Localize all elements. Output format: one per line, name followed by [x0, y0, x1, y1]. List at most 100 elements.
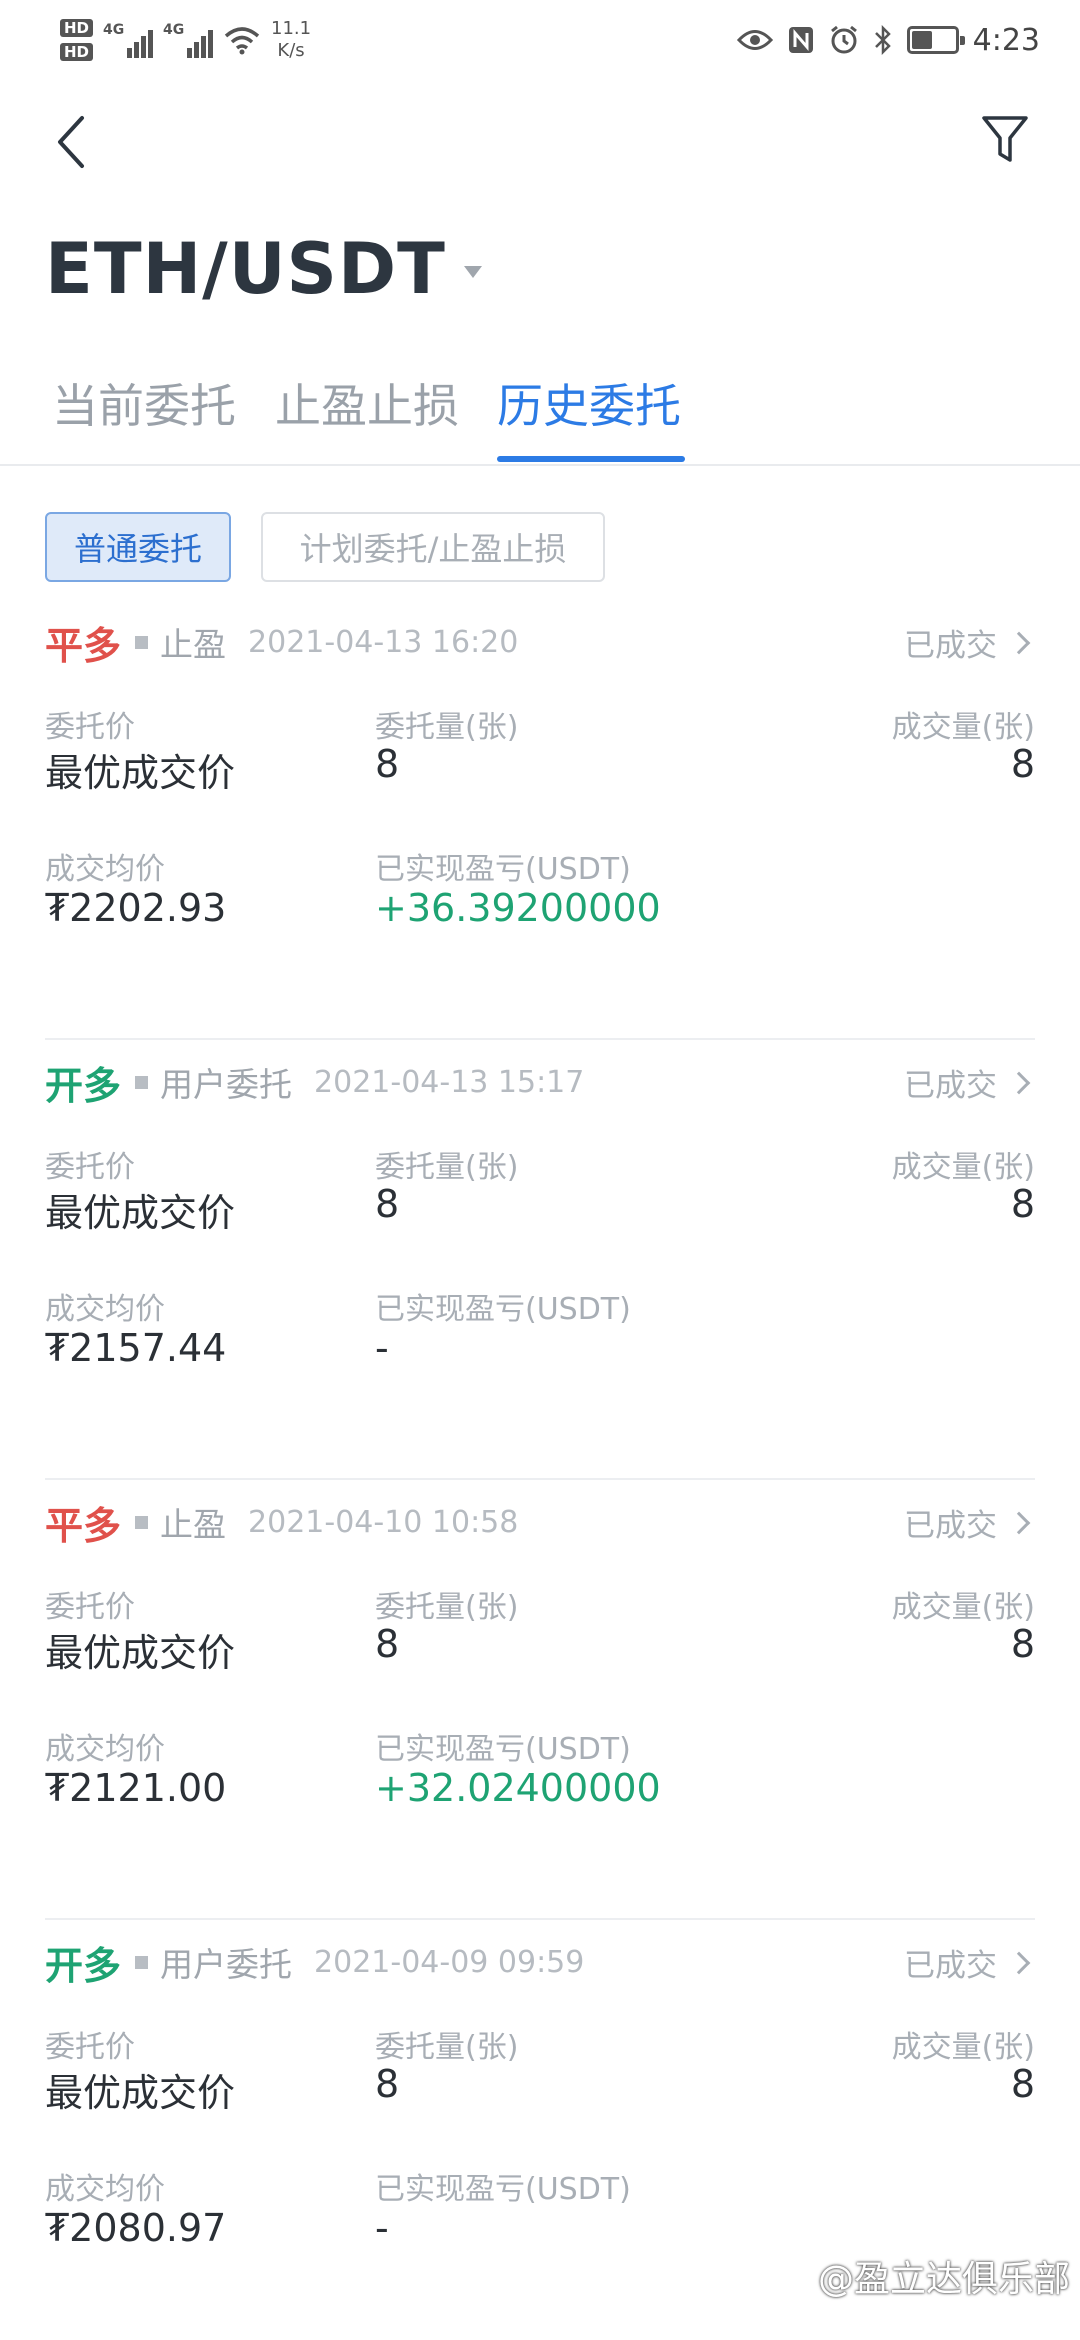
divider [45, 1918, 1035, 1920]
order-side: 开多 [45, 1063, 122, 1108]
entrust-price-value: 最优成交价 [45, 1631, 236, 1675]
entrust-price-label: 委托价 [45, 1590, 135, 1625]
separator-dot [135, 1955, 149, 1969]
hd2-badge: HD [60, 43, 94, 61]
signal-1-icon: 4G [103, 22, 154, 58]
battery-icon [906, 26, 965, 54]
entrust-price-label: 委托价 [45, 2030, 135, 2065]
order-type: 用户委托 [160, 1065, 293, 1104]
entrust-price-value: 最优成交价 [45, 1191, 236, 1235]
realized-pnl-value: +36.39200000 [375, 886, 661, 930]
filled-qty-value: 8 [1010, 1182, 1035, 1226]
back-icon[interactable] [50, 112, 94, 172]
filled-qty-label: 成交量(张) [891, 2030, 1035, 2065]
filter-icon[interactable] [980, 112, 1030, 168]
realized-pnl-value: - [375, 1326, 389, 1370]
caret-down-icon [463, 266, 482, 278]
clock: 4:23 [972, 22, 1040, 58]
entrust-qty-label: 委托量(张) [375, 2030, 519, 2065]
tab-tp-sl[interactable]: 止盈止损 [275, 370, 459, 436]
order-header: 开多 用户委托 2021-04-09 09:59 已成交 [45, 1932, 1035, 1992]
avg-price-label: 成交均价 [45, 2172, 165, 2207]
pair-selector[interactable]: ETH/USDT [45, 228, 482, 310]
entrust-qty-value: 8 [375, 742, 400, 786]
order-side: 开多 [45, 1943, 122, 1988]
order-header: 平多 止盈 2021-04-13 16:20 已成交 [45, 612, 1035, 672]
wifi-icon [224, 27, 260, 55]
tab-current-orders[interactable]: 当前委托 [52, 370, 236, 436]
entrust-qty-value: 8 [375, 2062, 400, 2106]
entrust-qty-label: 委托量(张) [375, 1590, 519, 1625]
alarm-icon [830, 25, 857, 54]
tab-active-indicator [497, 456, 685, 462]
chevron-right-icon [1007, 1071, 1031, 1094]
order-tabs: 当前委托 止盈止损 历史委托 [0, 360, 1080, 466]
order-time: 2021-04-13 16:20 [248, 624, 519, 660]
watermark: @盈立达俱乐部 [817, 2259, 1070, 2300]
filter-plan-orders[interactable]: 计划委托/止盈止损 [261, 512, 605, 582]
order-header: 开多 用户委托 2021-04-13 15:17 已成交 [45, 1052, 1035, 1112]
avg-price-label: 成交均价 [45, 1732, 165, 1767]
realized-pnl-label: 已实现盈亏(USDT) [375, 2172, 631, 2207]
network-speed: 11.1 K/s [271, 18, 311, 62]
network-speed-unit: K/s [277, 40, 305, 61]
network-type-1: 4G [103, 22, 125, 38]
entrust-price-label: 委托价 [45, 1150, 135, 1185]
entrust-price-value: 最优成交价 [45, 751, 236, 795]
order-side: 平多 [45, 1503, 122, 1548]
order-status-link[interactable]: 已成交 [904, 1500, 1035, 1545]
separator-dot [135, 1075, 149, 1089]
hd1-badge: HD [60, 19, 94, 37]
order-time: 2021-04-10 10:58 [248, 1504, 519, 1540]
bluetooth-icon [874, 25, 891, 55]
realized-pnl-label: 已实现盈亏(USDT) [375, 1732, 631, 1767]
order-card[interactable]: 开多 用户委托 2021-04-13 15:17 已成交委托价 委托量(张) 成交量(张)… [45, 1052, 1035, 1492]
tab-history-orders[interactable]: 历史委托 [497, 370, 681, 436]
avg-price-value: ₮2157.44 [45, 1326, 227, 1370]
entrust-price-label: 委托价 [45, 710, 135, 745]
entrust-qty-label: 委托量(张) [375, 710, 519, 745]
avg-price-value: ₮2202.93 [45, 886, 227, 930]
chevron-right-icon [1007, 631, 1031, 654]
filled-qty-label: 成交量(张) [891, 1150, 1035, 1185]
entrust-qty-value: 8 [375, 1622, 400, 1666]
order-status-link[interactable]: 已成交 [904, 620, 1035, 665]
eye-icon [736, 30, 773, 50]
nfc-icon [788, 27, 813, 53]
separator-dot [135, 635, 149, 649]
order-time: 2021-04-13 15:17 [314, 1064, 585, 1100]
network-type-2: 4G [163, 22, 185, 38]
order-status: 已成交 [904, 628, 997, 664]
order-type: 止盈 [160, 1505, 227, 1544]
realized-pnl-label: 已实现盈亏(USDT) [375, 1292, 631, 1327]
network-speed-value: 11.1 [271, 18, 312, 39]
filled-qty-label: 成交量(张) [891, 710, 1035, 745]
pair-title: ETH/USDT [45, 228, 446, 310]
avg-price-label: 成交均价 [45, 1292, 165, 1327]
separator-dot [135, 1515, 149, 1529]
order-card[interactable]: 平多 止盈 2021-04-10 10:58 已成交 委托价 委托量(张) 成交量(张) 最优… [45, 1492, 1035, 1932]
filled-qty-value: 8 [1010, 742, 1035, 786]
battery-fill [911, 31, 932, 49]
entrust-price-value: 最优成交价 [45, 2071, 236, 2115]
realized-pnl-label: 已实现盈亏(USDT) [375, 852, 631, 887]
order-status: 已成交 [904, 1948, 997, 1984]
order-type: 用户委托 [160, 1945, 293, 1984]
realized-pnl-value: +32.02400000 [375, 1766, 661, 1810]
avg-price-value: ₮2080.97 [45, 2206, 227, 2250]
divider [45, 1478, 1035, 1480]
entrust-qty-label: 委托量(张) [375, 1150, 519, 1185]
chevron-right-icon [1007, 1511, 1031, 1534]
entrust-qty-value: 8 [375, 1182, 400, 1226]
order-header: 平多 止盈 2021-04-10 10:58 已成交 [45, 1492, 1035, 1552]
filter-normal-orders[interactable]: 普通委托 [45, 512, 231, 582]
order-type: 止盈 [160, 625, 227, 664]
order-status: 已成交 [904, 1508, 997, 1544]
order-side: 平多 [45, 623, 122, 668]
realized-pnl-value: - [375, 2206, 389, 2250]
order-time: 2021-04-09 09:59 [314, 1944, 585, 1980]
order-status-link[interactable]: 已成交 [904, 1940, 1035, 1985]
order-status-link[interactable]: 已成交 [904, 1060, 1035, 1105]
chevron-right-icon [1007, 1951, 1031, 1974]
order-card[interactable]: 平多 止盈 2021-04-13 16:20 已成交委托价 委托量(张) 成交量(张) 最优… [45, 612, 1035, 1052]
